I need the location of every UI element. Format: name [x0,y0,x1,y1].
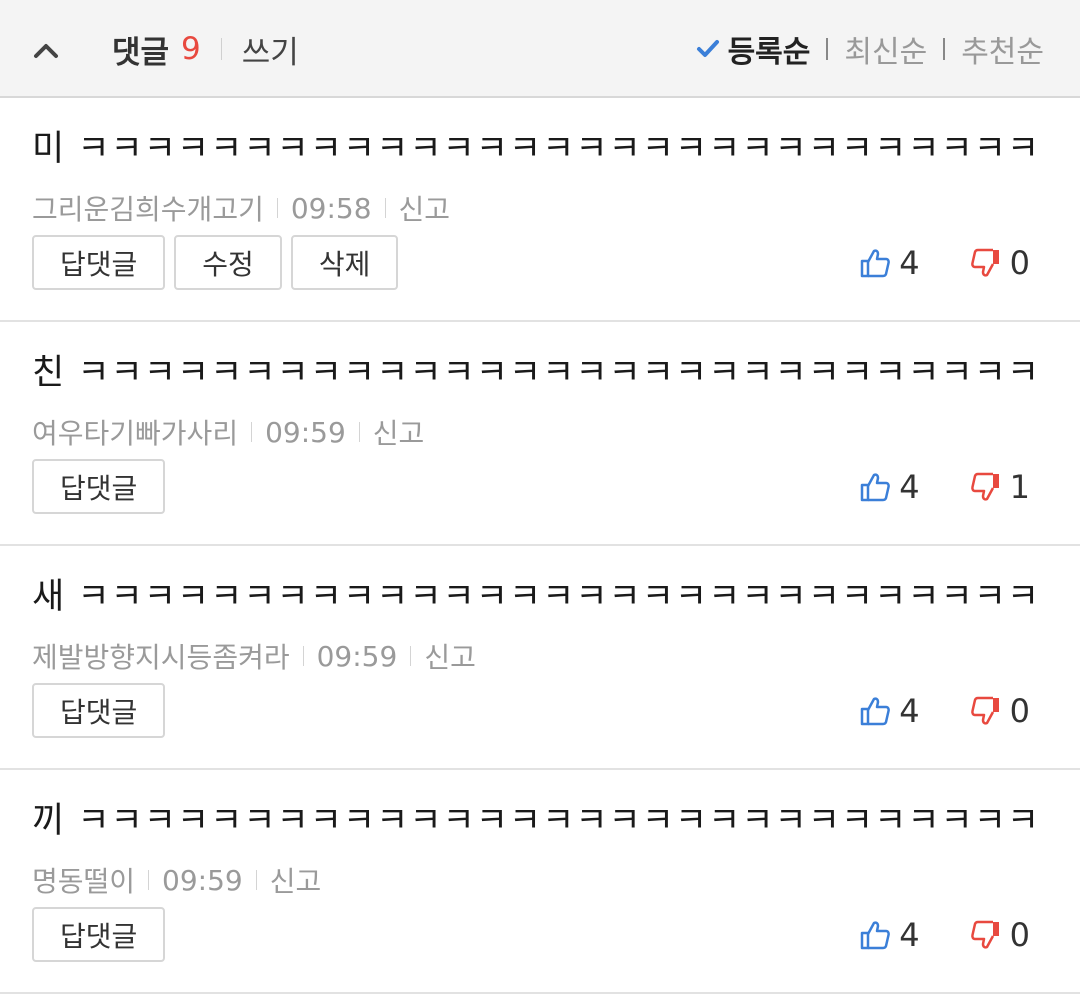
comment-meta: 제발방향지시등좀켜라 09:59 신고 [32,636,476,676]
like-button[interactable]: 4 [859,692,920,730]
report-link[interactable]: 신고 [270,860,322,900]
comment-meta: 그리운김희수개고기 09:58 신고 [32,188,450,228]
thumbs-down-icon [970,248,999,277]
meta-divider [384,198,386,218]
dislike-button[interactable]: 0 [970,244,1030,282]
comment-meta: 여우타기빠가사리 09:59 신고 [32,412,424,452]
comment-meta: 명동떨이 09:59 신고 [32,860,321,900]
comment-votes: 4 1 [859,468,1030,506]
comment-time: 09:59 [316,639,398,673]
dislike-button[interactable]: 0 [970,692,1030,730]
reply-button[interactable]: 답댓글 [32,459,166,514]
reply-button[interactable]: 답댓글 [32,683,166,738]
like-count: 4 [899,916,920,954]
delete-button[interactable]: 삭제 [290,235,399,290]
comment-actions: 답댓글 [32,907,174,962]
sort-divider [943,38,946,60]
dislike-count: 0 [1009,692,1030,730]
comment-item: 친 ㅋㅋㅋㅋㅋㅋㅋㅋㅋㅋㅋㅋㅋㅋㅋㅋㅋㅋㅋㅋㅋㅋㅋㅋㅋㅋㅋㅋㅋ 여우타기빠가사리… [0,322,1080,546]
comment-actions: 답댓글 [32,683,174,738]
comment-text: 미 ㅋㅋㅋㅋㅋㅋㅋㅋㅋㅋㅋㅋㅋㅋㅋㅋㅋㅋㅋㅋㅋㅋㅋㅋㅋㅋㅋㅋㅋ [32,129,1041,169]
like-count: 4 [899,692,920,730]
reply-button[interactable]: 답댓글 [32,235,166,290]
comments-title: 댓글 [112,34,170,71]
comment-author[interactable]: 그리운김희수개고기 [32,188,264,228]
comment-item: 새 ㅋㅋㅋㅋㅋㅋㅋㅋㅋㅋㅋㅋㅋㅋㅋㅋㅋㅋㅋㅋㅋㅋㅋㅋㅋㅋㅋㅋㅋ 제발방향지시등좀… [0,546,1080,770]
comments-header: 댓글 9 쓰기 등록순 최신순 추천순 [0,0,1080,98]
thumbs-up-icon [861,697,891,726]
like-button[interactable]: 4 [859,916,920,954]
sort-options: 등록순 최신순 추천순 [696,0,1044,98]
comment-time: 09:59 [265,415,346,449]
comment-count: 9 [181,31,201,67]
comment-votes: 4 0 [859,244,1030,282]
meta-divider [255,870,257,890]
sort-latest[interactable]: 최신순 [844,27,927,71]
comment-text: 친 ㅋㅋㅋㅋㅋㅋㅋㅋㅋㅋㅋㅋㅋㅋㅋㅋㅋㅋㅋㅋㅋㅋㅋㅋㅋㅋㅋㅋㅋ [32,353,1041,393]
collapse-button[interactable] [30,34,62,66]
meta-divider [358,422,360,442]
comment-text: 새 ㅋㅋㅋㅋㅋㅋㅋㅋㅋㅋㅋㅋㅋㅋㅋㅋㅋㅋㅋㅋㅋㅋㅋㅋㅋㅋㅋㅋㅋ [32,577,1041,617]
sort-divider [826,38,829,60]
dislike-button[interactable]: 0 [970,916,1030,954]
comment-item: 미 ㅋㅋㅋㅋㅋㅋㅋㅋㅋㅋㅋㅋㅋㅋㅋㅋㅋㅋㅋㅋㅋㅋㅋㅋㅋㅋㅋㅋㅋ 그리운김희수개고… [0,98,1080,322]
comment-actions: 답댓글 [32,459,174,514]
like-count: 4 [899,244,920,282]
meta-divider [276,198,278,218]
comment-votes: 4 0 [859,916,1030,954]
thumbs-up-icon [861,249,891,278]
thumbs-down-icon [970,696,999,725]
report-link[interactable]: 신고 [424,636,476,676]
sort-registered[interactable]: 등록순 [696,27,811,71]
dislike-count: 1 [1009,468,1030,506]
reply-button[interactable]: 답댓글 [32,907,166,962]
write-comment-link[interactable]: 쓰기 [242,27,299,72]
thumbs-down-icon [970,472,999,501]
thumbs-up-icon [861,921,891,950]
check-icon [696,39,720,59]
comment-author[interactable]: 제발방향지시등좀켜라 [32,636,290,676]
comment-author[interactable]: 명동떨이 [32,860,135,900]
comment-votes: 4 0 [859,692,1030,730]
sort-registered-label: 등록순 [727,35,811,70]
report-link[interactable]: 신고 [399,188,451,228]
comment-text: 끼 ㅋㅋㅋㅋㅋㅋㅋㅋㅋㅋㅋㅋㅋㅋㅋㅋㅋㅋㅋㅋㅋㅋㅋㅋㅋㅋㅋㅋㅋ [32,801,1041,841]
meta-divider [302,646,304,666]
sort-recommended[interactable]: 추천순 [961,27,1044,71]
comment-time: 09:58 [290,191,372,225]
thumbs-down-icon [970,920,999,949]
comment-list: 미 ㅋㅋㅋㅋㅋㅋㅋㅋㅋㅋㅋㅋㅋㅋㅋㅋㅋㅋㅋㅋㅋㅋㅋㅋㅋㅋㅋㅋㅋ 그리운김희수개고… [0,98,1080,994]
comment-author[interactable]: 여우타기빠가사리 [32,412,238,452]
comment-item: 끼 ㅋㅋㅋㅋㅋㅋㅋㅋㅋㅋㅋㅋㅋㅋㅋㅋㅋㅋㅋㅋㅋㅋㅋㅋㅋㅋㅋㅋㅋ 명동떨이 09:… [0,770,1080,994]
dislike-button[interactable]: 1 [970,468,1030,506]
thumbs-up-icon [861,473,891,502]
comment-actions: 답댓글 수정 삭제 [32,235,407,290]
meta-divider [148,870,150,890]
edit-button[interactable]: 수정 [174,235,282,290]
comment-time: 09:59 [162,863,243,897]
report-link[interactable]: 신고 [373,412,425,452]
like-count: 4 [899,468,920,506]
dislike-count: 0 [1009,244,1030,282]
like-button[interactable]: 4 [859,468,920,506]
like-button[interactable]: 4 [859,244,920,282]
meta-divider [251,422,253,442]
meta-divider [410,646,412,666]
chevron-up-icon [34,44,58,58]
dislike-count: 0 [1009,916,1030,954]
header-divider [220,38,222,60]
